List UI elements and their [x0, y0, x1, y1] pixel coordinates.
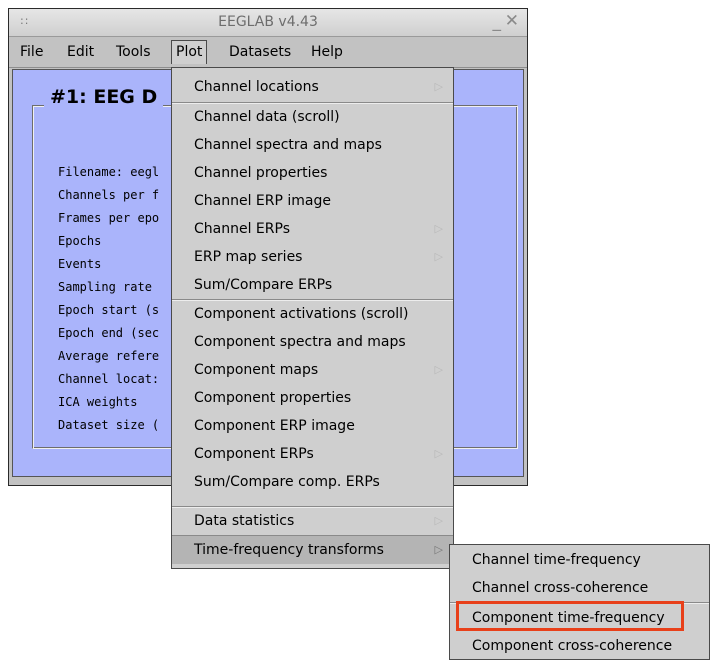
title-bar[interactable]: :: EEGLAB v4.43 _ ✕ — [9, 9, 527, 37]
close-icon[interactable]: ✕ — [505, 11, 519, 31]
plot-menu-component-erps[interactable]: Component ERPs ▷ — [172, 440, 453, 468]
menu-item-label: Component maps — [194, 362, 319, 378]
menu-datasets[interactable]: Datasets — [225, 42, 295, 62]
submenu-arrow-icon: ▷ — [434, 222, 443, 235]
info-sampling-rate: Sampling rate — [58, 280, 152, 294]
dataset-title: #1: EEG D — [44, 86, 164, 108]
highlight-annotation-box — [456, 601, 684, 631]
info-ica-weights: ICA weights — [58, 395, 138, 409]
plot-menu-channel-properties[interactable]: Channel properties — [172, 159, 453, 187]
menu-item-label: Component properties — [194, 390, 352, 406]
plot-dropdown-menu: Channel locations ▷ Channel data (scroll)… — [171, 67, 454, 569]
plot-menu-channel-data-scroll[interactable]: Channel data (scroll) — [172, 103, 453, 131]
menu-edit[interactable]: Edit — [63, 42, 98, 62]
plot-menu-channel-spectra-maps[interactable]: Channel spectra and maps — [172, 131, 453, 159]
plot-menu-channel-locations[interactable]: Channel locations ▷ — [172, 73, 453, 101]
menu-item-label: Channel time-frequency — [472, 552, 641, 568]
menu-item-label: Component ERP image — [194, 418, 355, 434]
menu-item-label: Time-frequency transforms — [194, 542, 384, 558]
menu-item-label: Channel spectra and maps — [194, 137, 382, 153]
plot-menu-erp-map-series[interactable]: ERP map series ▷ — [172, 243, 453, 271]
menu-item-label: Component activations (scroll) — [194, 306, 409, 322]
submenu-arrow-icon: ▷ — [434, 80, 443, 93]
plot-menu-data-statistics[interactable]: Data statistics ▷ — [172, 507, 453, 535]
menu-item-label: Component spectra and maps — [194, 334, 406, 350]
menu-item-label: Component ERPs — [194, 446, 314, 462]
menu-item-label: Channel ERP image — [194, 193, 331, 209]
info-filename: Filename: eegl — [58, 165, 160, 179]
info-channel-locations: Channel locat: — [58, 372, 160, 386]
info-channels: Channels per f — [58, 188, 160, 202]
plot-menu-sum-compare-erps[interactable]: Sum/Compare ERPs — [172, 271, 453, 299]
window-title: EEGLAB v4.43 — [218, 14, 318, 30]
menu-item-label: Component cross-coherence — [472, 638, 673, 654]
info-epoch-end: Epoch end (sec — [58, 326, 160, 340]
menu-item-label: Sum/Compare comp. ERPs — [194, 474, 380, 490]
menu-help[interactable]: Help — [307, 42, 347, 62]
info-frames: Frames per epo — [58, 211, 160, 225]
info-dataset-size: Dataset size ( — [58, 418, 160, 432]
menu-file[interactable]: File — [16, 42, 47, 62]
info-average-reference: Average refere — [58, 349, 160, 363]
submenu-arrow-icon: ▷ — [434, 543, 443, 556]
menu-item-label: Channel data (scroll) — [194, 109, 340, 125]
menu-bar: File Edit Tools Plot Datasets Help — [9, 37, 527, 68]
menu-item-label: Sum/Compare ERPs — [194, 277, 333, 293]
plot-menu-component-maps[interactable]: Component maps ▷ — [172, 356, 453, 384]
info-events: Events — [58, 257, 102, 271]
menu-item-label: Channel properties — [194, 165, 328, 181]
plot-menu-channel-erps[interactable]: Channel ERPs ▷ — [172, 215, 453, 243]
menu-tools[interactable]: Tools — [112, 42, 155, 62]
submenu-arrow-icon: ▷ — [434, 514, 443, 527]
submenu-channel-cross-coherence[interactable]: Channel cross-coherence — [450, 574, 709, 602]
submenu-arrow-icon: ▷ — [434, 447, 443, 460]
info-epoch-start: Epoch start (s — [58, 303, 160, 317]
plot-menu-sum-compare-comp-erps[interactable]: Sum/Compare comp. ERPs — [172, 468, 453, 496]
menu-item-label: Data statistics — [194, 513, 295, 529]
plot-menu-component-activations-scroll[interactable]: Component activations (scroll) — [172, 300, 453, 328]
menu-item-label: Channel ERPs — [194, 221, 290, 237]
submenu-arrow-icon: ▷ — [434, 363, 443, 376]
plot-menu-component-spectra-maps[interactable]: Component spectra and maps — [172, 328, 453, 356]
submenu-component-cross-coherence[interactable]: Component cross-coherence — [450, 632, 709, 660]
submenu-arrow-icon: ▷ — [434, 250, 443, 263]
plot-menu-component-erp-image[interactable]: Component ERP image — [172, 412, 453, 440]
submenu-channel-time-frequency[interactable]: Channel time-frequency — [450, 546, 709, 574]
menu-item-label: Channel locations — [194, 79, 319, 95]
info-epochs: Epochs — [58, 234, 102, 248]
plot-menu-time-frequency-transforms[interactable]: Time-frequency transforms ▷ — [172, 536, 453, 564]
menu-item-label: Channel cross-coherence — [472, 580, 649, 596]
plot-menu-component-properties[interactable]: Component properties — [172, 384, 453, 412]
menu-plot[interactable]: Plot — [171, 40, 208, 64]
menu-item-label: ERP map series — [194, 249, 303, 265]
minimize-icon[interactable]: _ — [493, 12, 502, 32]
plot-menu-channel-erp-image[interactable]: Channel ERP image — [172, 187, 453, 215]
